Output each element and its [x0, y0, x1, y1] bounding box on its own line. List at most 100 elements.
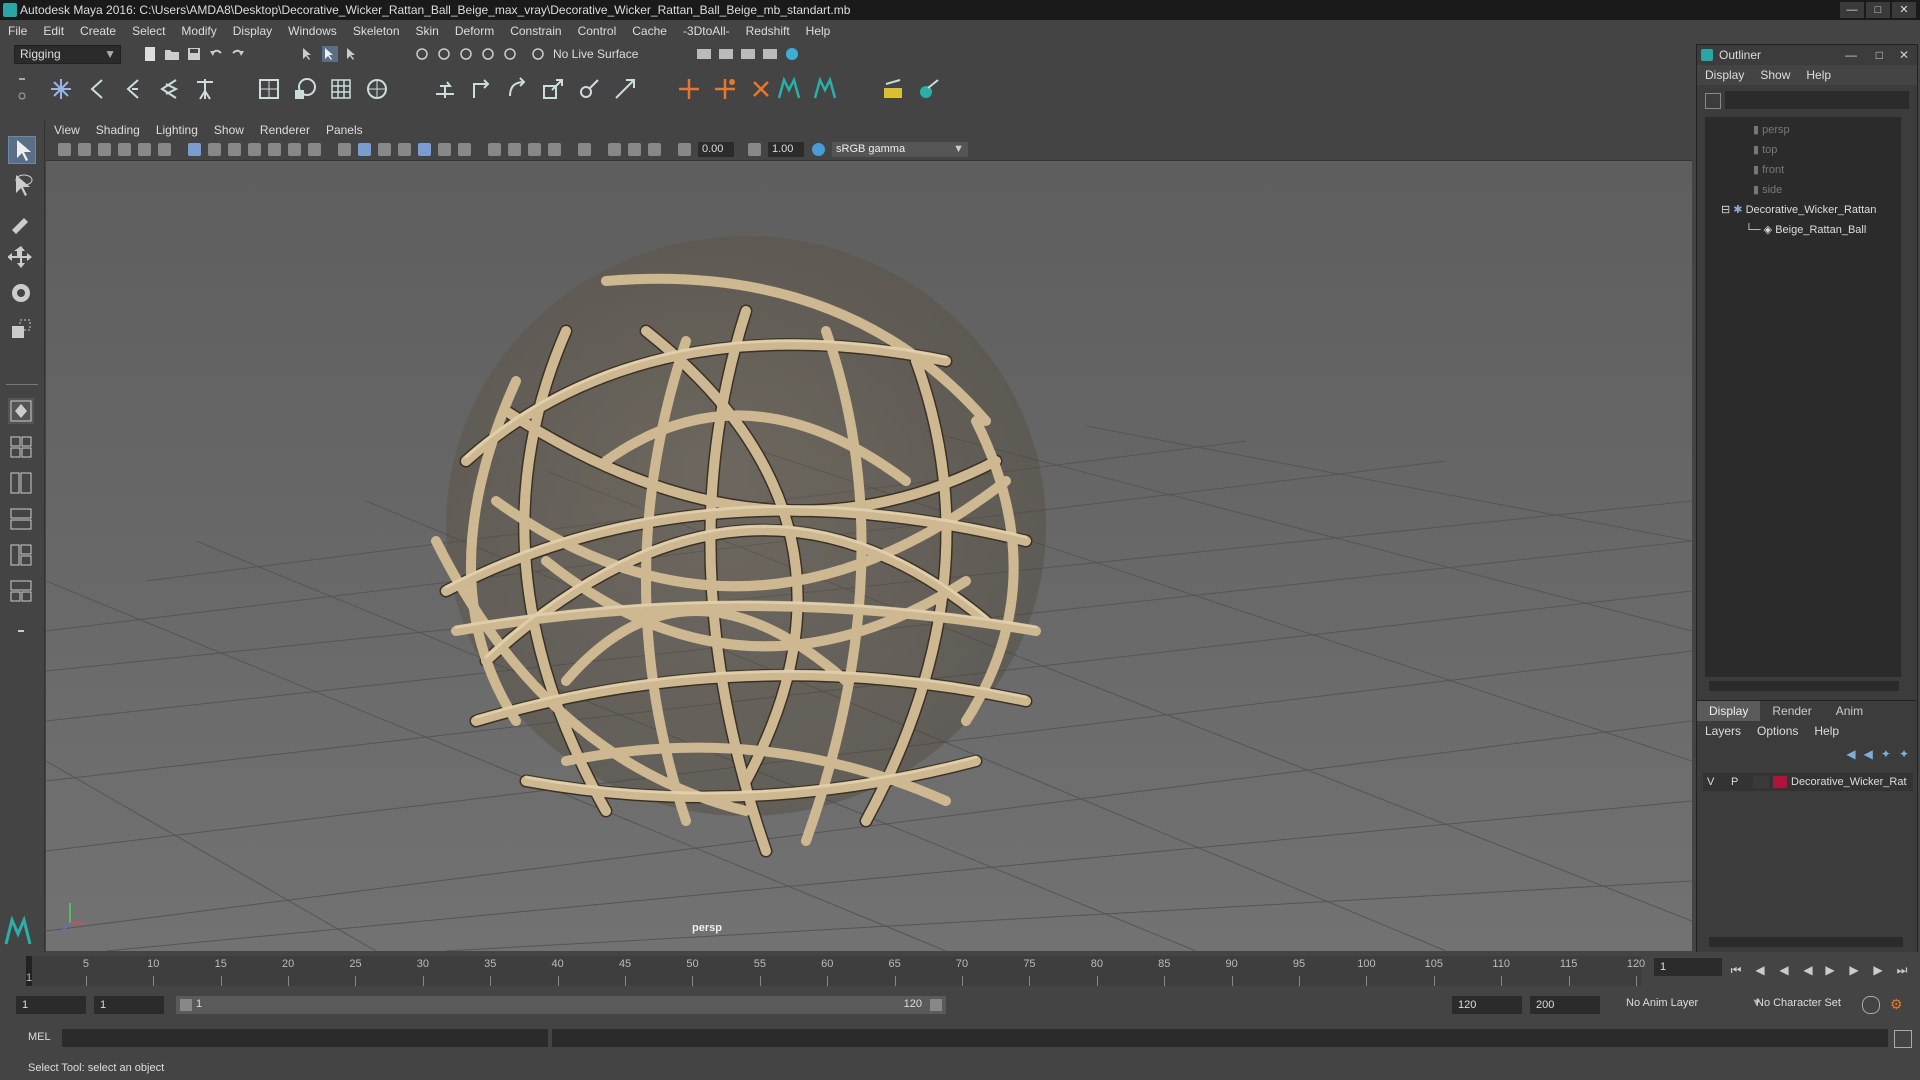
snap-view-plane-icon[interactable] [480, 46, 496, 62]
layer-visibility-toggle[interactable]: V [1707, 773, 1714, 791]
constraint-scale-icon[interactable] [540, 76, 566, 102]
exposure-icon[interactable] [678, 143, 691, 156]
layer-menu-layers[interactable]: Layers [1697, 724, 1749, 738]
constraint-aim-icon[interactable] [576, 76, 602, 102]
xray-joints-icon[interactable] [648, 143, 661, 156]
layer-menu-options[interactable]: Options [1749, 724, 1806, 738]
layer-row[interactable]: V P Decorative_Wicker_Rat [1703, 773, 1913, 791]
play-backwards-icon[interactable]: ◀ [1800, 962, 1816, 978]
outliner-scrollbar[interactable] [1709, 681, 1899, 691]
render-view-icon[interactable] [696, 46, 712, 62]
insert-joint-icon[interactable] [84, 76, 110, 102]
menu-select[interactable]: Select [124, 24, 173, 38]
joint-tool-icon[interactable] [48, 76, 74, 102]
outliner-item-side[interactable]: ▮ side [1753, 183, 1782, 196]
xray-active-icon[interactable] [628, 143, 641, 156]
gate-mask-icon[interactable] [248, 143, 261, 156]
move-tool-icon[interactable] [8, 244, 34, 270]
grease-pencil-icon[interactable] [158, 143, 171, 156]
layer-color-swatch[interactable] [1773, 776, 1787, 788]
vp-menu-view[interactable]: View [46, 123, 88, 137]
image-plane-icon[interactable] [118, 143, 131, 156]
vp-menu-renderer[interactable]: Renderer [252, 123, 318, 137]
outliner-search-input[interactable] [1725, 91, 1909, 109]
shelf-options-icon[interactable] [14, 76, 30, 106]
vp-menu-panels[interactable]: Panels [318, 123, 371, 137]
camera-icon[interactable] [58, 143, 71, 156]
multisample-aa-icon[interactable] [528, 143, 541, 156]
add-influence-icon[interactable] [712, 76, 738, 102]
step-back-frame-icon[interactable]: ◀ [1776, 962, 1792, 978]
tab-render[interactable]: Render [1760, 701, 1823, 721]
script-editor-icon[interactable] [1894, 1030, 1912, 1048]
constraint-point-icon[interactable] [468, 76, 494, 102]
menu-constrain[interactable]: Constrain [502, 24, 569, 38]
joint-orient-icon[interactable] [748, 76, 774, 102]
add-locator-icon[interactable] [676, 76, 702, 102]
copy-skin-icon[interactable] [916, 76, 942, 102]
lasso-tool-icon[interactable] [8, 172, 34, 198]
menu-help[interactable]: Help [798, 24, 839, 38]
animation-preferences-icon[interactable]: ⚙ [1890, 996, 1906, 1012]
vp-menu-show[interactable]: Show [206, 123, 252, 137]
layer-scrollbar[interactable] [1709, 937, 1903, 947]
persp-outliner-layout-icon[interactable] [8, 470, 34, 496]
select-hierarchy-icon[interactable] [300, 46, 316, 62]
gamma-field[interactable]: 1.00 [768, 142, 804, 157]
safe-title-icon[interactable] [308, 143, 321, 156]
view-transform-dropdown[interactable]: sRGB gamma ▼ [832, 142, 968, 157]
layer-playback-toggle[interactable]: P [1731, 773, 1738, 791]
menu-edit[interactable]: Edit [35, 24, 72, 38]
snap-surface-icon[interactable] [502, 46, 518, 62]
use-all-lights-icon[interactable] [438, 143, 451, 156]
more-layouts-icon[interactable] [8, 618, 34, 644]
command-language-label[interactable]: MEL [28, 1031, 51, 1043]
close-icon[interactable]: ✕ [1899, 45, 1909, 65]
menu-create[interactable]: Create [72, 24, 124, 38]
maximize-icon[interactable]: □ [1866, 2, 1890, 18]
playback-end-field[interactable]: 120 [1452, 996, 1522, 1014]
minimize-icon[interactable]: — [1840, 2, 1864, 18]
go-to-end-icon[interactable]: ⏭ [1894, 962, 1910, 978]
character-set-dropdown[interactable]: No Character Set [1756, 997, 1841, 1009]
time-slider[interactable]: 1 5 10 15 20 25 30 35 40 45 50 55 60 65 70 75 80 85 90 95 1… [0, 952, 1920, 990]
menu-deform[interactable]: Deform [447, 24, 502, 38]
motion-blur-icon[interactable] [508, 143, 521, 156]
isolate-select-icon[interactable] [578, 143, 591, 156]
new-layer-icon[interactable]: ✦ [1881, 747, 1891, 761]
menu-modify[interactable]: Modify [173, 24, 224, 38]
range-end-handle[interactable] [930, 999, 942, 1011]
select-component-icon[interactable] [344, 46, 360, 62]
bookmark-icon[interactable] [98, 143, 111, 156]
tab-anim[interactable]: Anim [1824, 701, 1875, 721]
outliner-menu-show[interactable]: Show [1752, 68, 1798, 82]
move-layer-down-icon[interactable]: ◀ [1864, 747, 1873, 761]
go-to-start-icon[interactable]: ⏮ [1728, 962, 1744, 978]
animation-end-field[interactable]: 200 [1530, 996, 1600, 1014]
snap-point-icon[interactable] [458, 46, 474, 62]
play-forwards-icon[interactable]: ▶ [1822, 962, 1838, 978]
graph-editor-layout-icon[interactable] [8, 578, 34, 604]
cluster-icon[interactable] [364, 76, 390, 102]
gamma-icon[interactable] [748, 143, 761, 156]
rotate-tool-icon[interactable] [8, 280, 34, 306]
redo-icon[interactable] [230, 46, 246, 62]
field-chart-icon[interactable] [268, 143, 281, 156]
camera-attributes-icon[interactable] [78, 143, 91, 156]
humanik-controls-icon[interactable] [812, 76, 838, 102]
new-scene-icon[interactable] [142, 46, 158, 62]
wireframe-icon[interactable] [338, 143, 351, 156]
step-forward-key-icon[interactable]: ▶ [1870, 962, 1886, 978]
menu-3dtoall[interactable]: -3DtoAll- [675, 24, 738, 38]
menu-control[interactable]: Control [570, 24, 625, 38]
wireframe-on-shaded-icon[interactable] [378, 143, 391, 156]
select-object-icon[interactable] [322, 46, 338, 62]
persp-graph-layout-icon[interactable] [8, 506, 34, 532]
step-back-key-icon[interactable]: ◀ [1752, 962, 1768, 978]
vp-menu-shading[interactable]: Shading [88, 123, 148, 137]
menu-display[interactable]: Display [225, 24, 280, 38]
render-settings-icon[interactable] [762, 46, 778, 62]
paint-select-icon[interactable] [8, 208, 34, 234]
outliner-item-mesh[interactable]: └─ ◈ Beige_Rattan_Ball [1745, 223, 1866, 236]
snap-curve-icon[interactable] [436, 46, 452, 62]
